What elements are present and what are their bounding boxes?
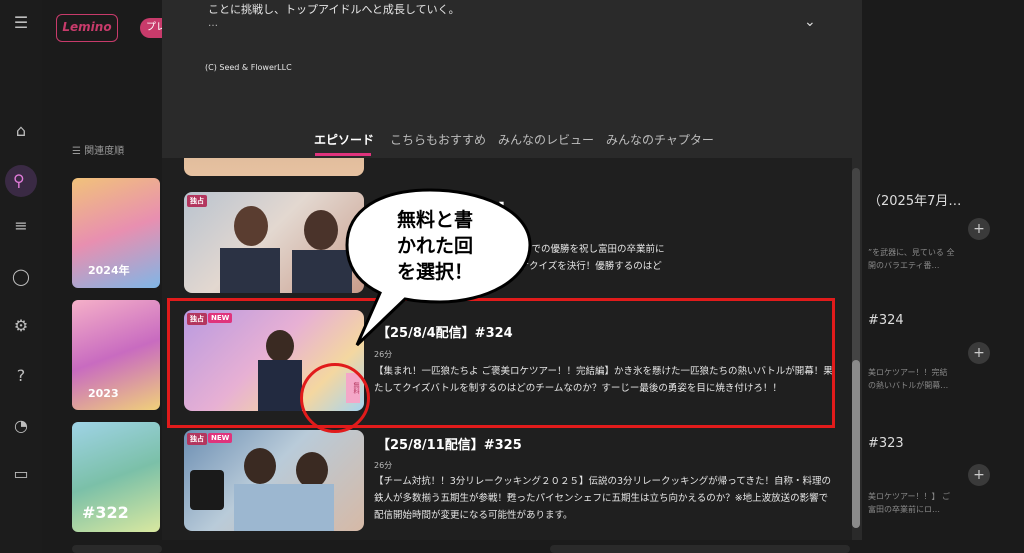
- person-shape: [304, 210, 338, 250]
- bg-episode-sub: 美ロケツアー！！】 ご 富田の卒業前にロ…: [868, 492, 951, 514]
- bg-thumbnail[interactable]: #322: [72, 422, 160, 532]
- person-shape: [234, 206, 268, 246]
- new-badge: NEW: [208, 433, 233, 443]
- copyright: (C) Seed & FlowerLLC: [205, 63, 292, 72]
- callout-line: かれた回: [396, 235, 473, 257]
- tab-recommended[interactable]: こちらもおすすめ: [390, 131, 486, 148]
- app-logo[interactable]: Lemino: [56, 14, 118, 42]
- person-shape: [220, 248, 280, 293]
- program-description: ことに挑戦し、トップアイドルへと成長していく。: [208, 3, 460, 16]
- bg-thumb-label: 2024年: [88, 264, 130, 277]
- tab-episodes[interactable]: エピソード: [314, 131, 374, 148]
- bell-icon[interactable]: ◔: [10, 415, 32, 437]
- exclusive-badge: 独占: [187, 195, 207, 207]
- bg-thumbnail[interactable]: 2024年: [72, 178, 160, 288]
- gear-icon[interactable]: ⚙: [10, 315, 32, 337]
- bg-episode-title[interactable]: #324: [868, 313, 904, 328]
- bg-episode-title[interactable]: （2025年7月…: [868, 190, 961, 209]
- home-icon[interactable]: ⌂: [10, 120, 32, 142]
- menu-icon[interactable]: ☰: [10, 12, 32, 34]
- episode-thumbnail[interactable]: [184, 158, 364, 176]
- tab-chapters[interactable]: みんなのチャプター: [606, 131, 714, 148]
- active-tab-indicator: [315, 153, 371, 156]
- callout-text: 無料と書 かれた回 を選択！: [360, 207, 510, 285]
- chevron-down-icon[interactable]: ⌄: [804, 14, 816, 30]
- tab-reviews[interactable]: みんなのレビュー: [498, 131, 594, 148]
- description-ellipsis: …: [208, 18, 218, 29]
- sort-label: 関連度順: [84, 146, 125, 157]
- bg-row-edge: [550, 545, 850, 553]
- camera-shape: [190, 470, 224, 510]
- episode-duration: 26分: [374, 461, 393, 470]
- side-rail: ☰ ⌂ ⚲ ≡ ◯ ⚙ ? ◔ ▭: [0, 0, 42, 553]
- help-icon[interactable]: ?: [10, 365, 32, 387]
- sort-selector[interactable]: ☰ 関連度順: [72, 142, 124, 157]
- episode-description: 【チーム対抗！！3分リレークッキング２０２５】伝説の3分リレークッキングが帰って…: [374, 476, 831, 521]
- search-button[interactable]: ⚲: [5, 165, 37, 197]
- person-shape: [296, 452, 328, 488]
- bg-episode-sub: ”を武器に、見ている 全開のバラエティ番…: [868, 248, 955, 270]
- search-icon: ⚲: [13, 171, 25, 190]
- scrollbar-thumb[interactable]: [852, 360, 860, 528]
- add-icon[interactable]: +: [968, 342, 990, 364]
- add-icon[interactable]: +: [968, 218, 990, 240]
- bg-thumbnail[interactable]: 2023: [72, 300, 160, 410]
- bg-episode-title[interactable]: #323: [868, 436, 904, 451]
- person-shape: [244, 448, 276, 484]
- person-shape: [234, 484, 334, 531]
- callout-line: 無料と書: [396, 209, 473, 231]
- highlight-circle: [300, 363, 370, 433]
- user-icon[interactable]: ◯: [10, 266, 32, 288]
- episode-thumbnail[interactable]: 独占 NEW: [184, 430, 364, 531]
- episode-title[interactable]: 【25/8/11配信】#325: [377, 434, 522, 453]
- list-icon[interactable]: ≡: [10, 215, 32, 237]
- wallet-icon[interactable]: ▭: [10, 463, 32, 485]
- bg-row-edge: [72, 545, 162, 553]
- bg-thumb-label: #322: [82, 503, 129, 522]
- add-icon[interactable]: +: [968, 464, 990, 486]
- bg-episode-sub: 美ロケツアー！！完結 の熱いバトルが開幕…: [868, 368, 949, 390]
- callout-line: を選択！: [396, 261, 473, 283]
- exclusive-badge: 独占: [187, 433, 207, 445]
- bg-thumb-label: 2023: [88, 387, 119, 400]
